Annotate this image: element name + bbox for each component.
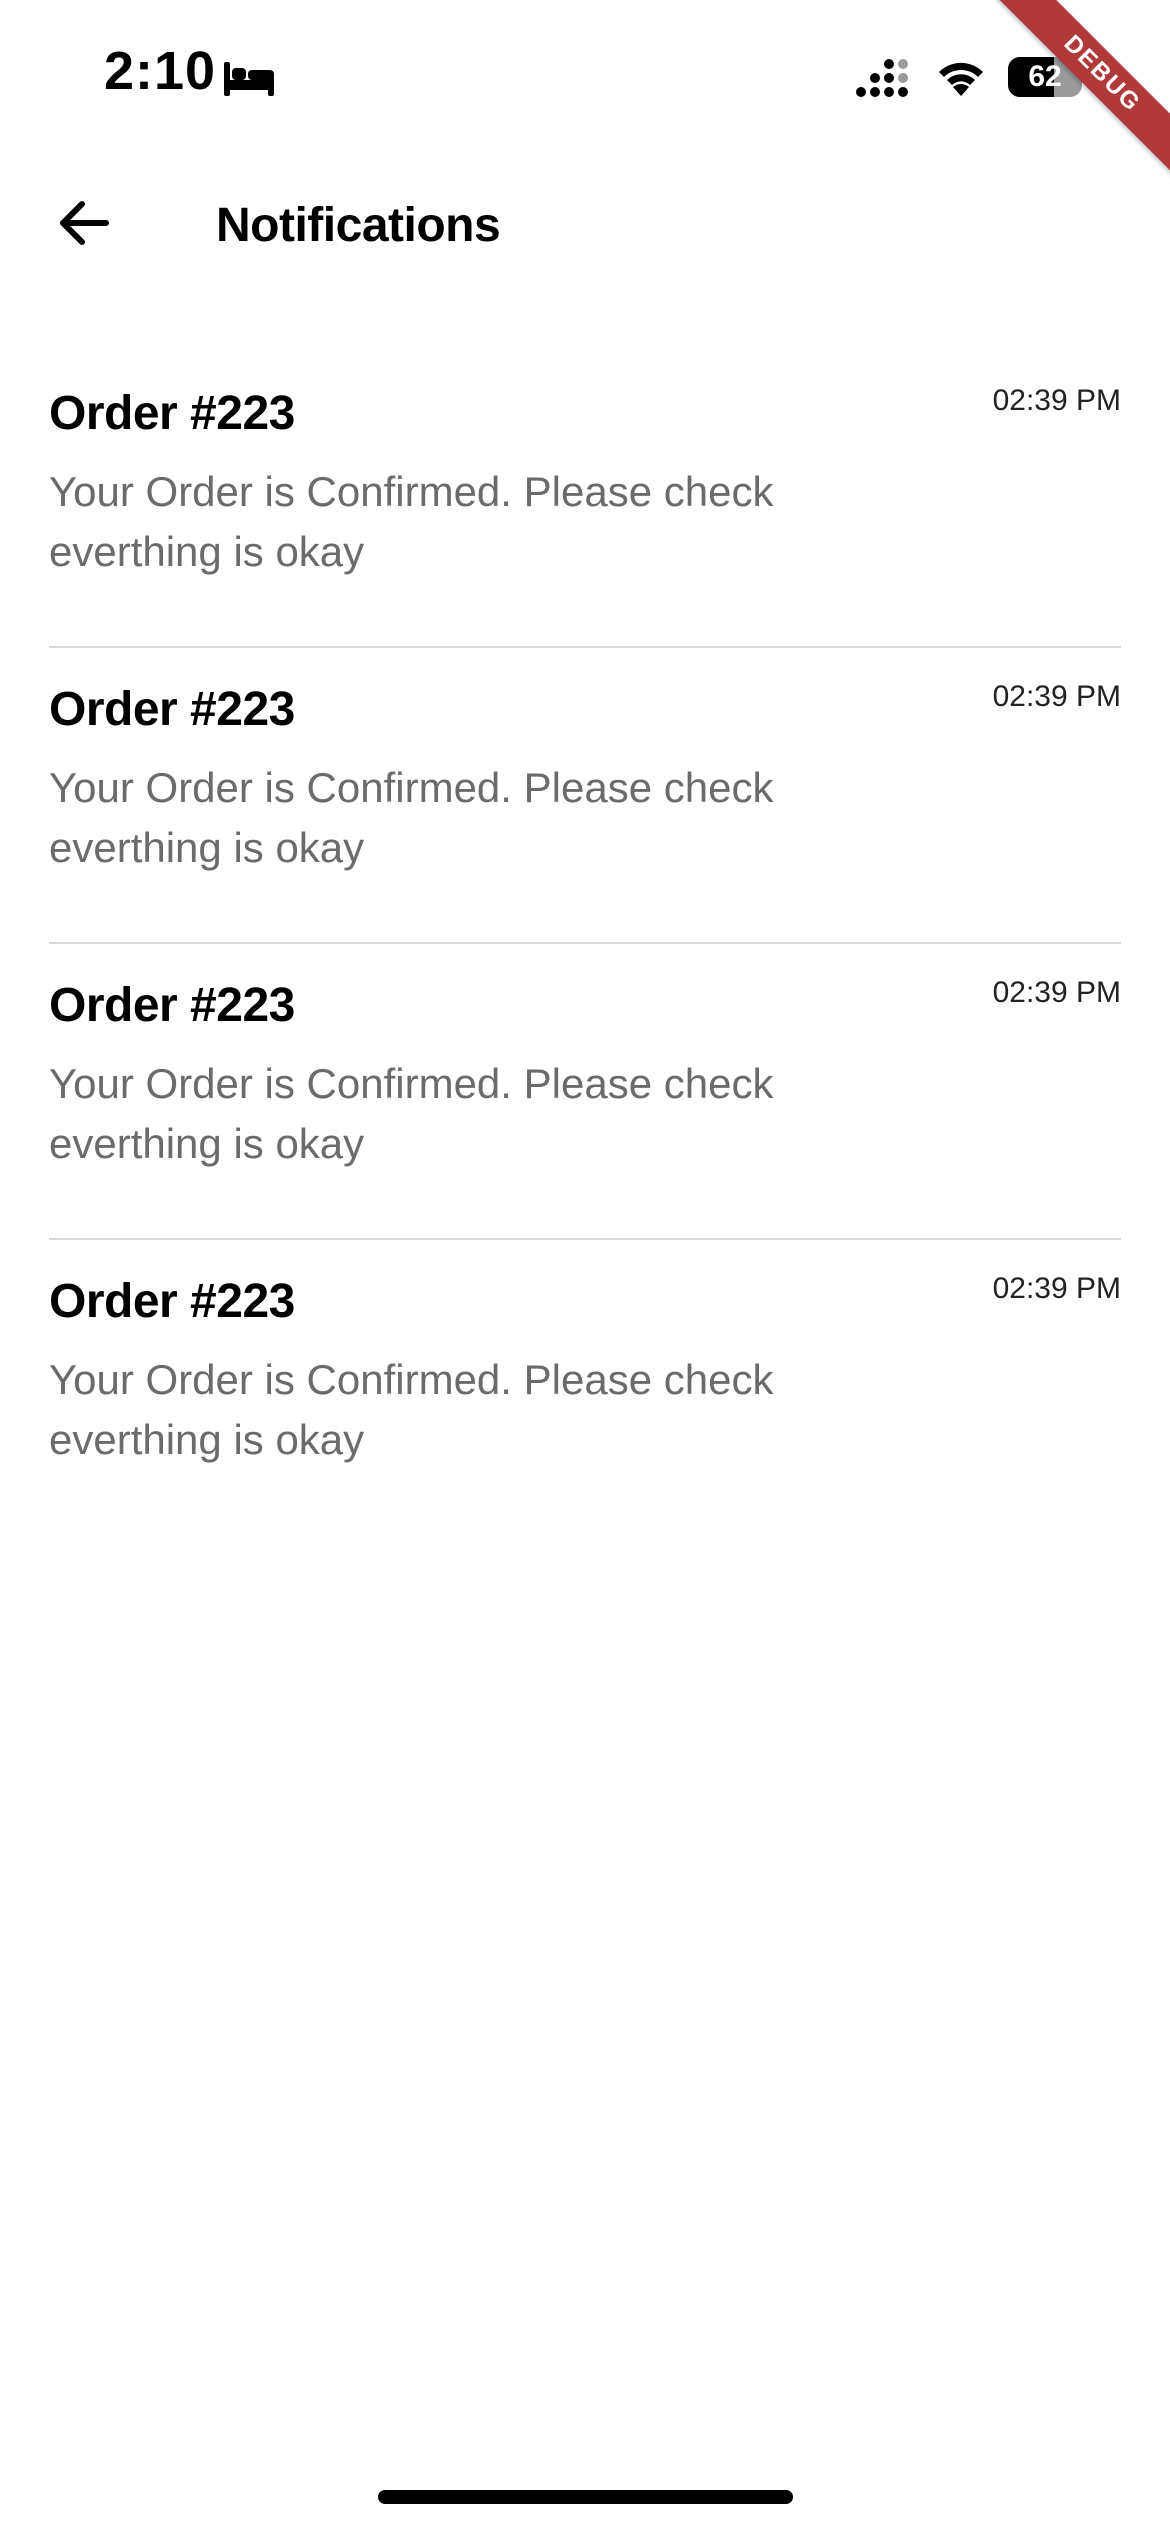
notification-time: 02:39 PM bbox=[992, 1272, 1121, 1305]
notification-time: 02:39 PM bbox=[992, 976, 1121, 1009]
notification-time: 02:39 PM bbox=[992, 384, 1121, 417]
notification-title: Order #223 bbox=[49, 683, 295, 736]
notification-title: Order #223 bbox=[49, 387, 295, 440]
notification-message: Your Order is Confirmed. Please check ev… bbox=[49, 1060, 774, 1167]
home-indicator[interactable] bbox=[378, 2490, 793, 2504]
page-title: Notifications bbox=[216, 199, 501, 252]
notification-message: Your Order is Confirmed. Please check ev… bbox=[49, 764, 774, 871]
cellular-signal-icon bbox=[855, 58, 915, 100]
wifi-icon bbox=[935, 56, 987, 100]
notification-time: 02:39 PM bbox=[992, 680, 1121, 713]
notification-item[interactable]: Order #223 02:39 PM Your Order is Confir… bbox=[49, 1240, 1121, 1536]
notification-message: Your Order is Confirmed. Please check ev… bbox=[49, 468, 774, 575]
notification-list: Order #223 02:39 PM Your Order is Confir… bbox=[49, 352, 1121, 1536]
notification-message: Your Order is Confirmed. Please check ev… bbox=[49, 1356, 774, 1463]
status-time: 2:10 bbox=[104, 41, 217, 101]
sleep-bed-icon bbox=[222, 58, 276, 98]
notification-title: Order #223 bbox=[49, 979, 295, 1032]
status-bar: 2:10 62 bbox=[0, 0, 1170, 150]
arrow-back-icon bbox=[56, 198, 112, 253]
app-bar: Notifications bbox=[0, 170, 1170, 280]
notification-item[interactable]: Order #223 02:39 PM Your Order is Confir… bbox=[49, 352, 1121, 648]
notification-title: Order #223 bbox=[49, 1275, 295, 1328]
notification-item[interactable]: Order #223 02:39 PM Your Order is Confir… bbox=[49, 944, 1121, 1240]
back-button[interactable] bbox=[44, 190, 124, 260]
notification-item[interactable]: Order #223 02:39 PM Your Order is Confir… bbox=[49, 648, 1121, 944]
